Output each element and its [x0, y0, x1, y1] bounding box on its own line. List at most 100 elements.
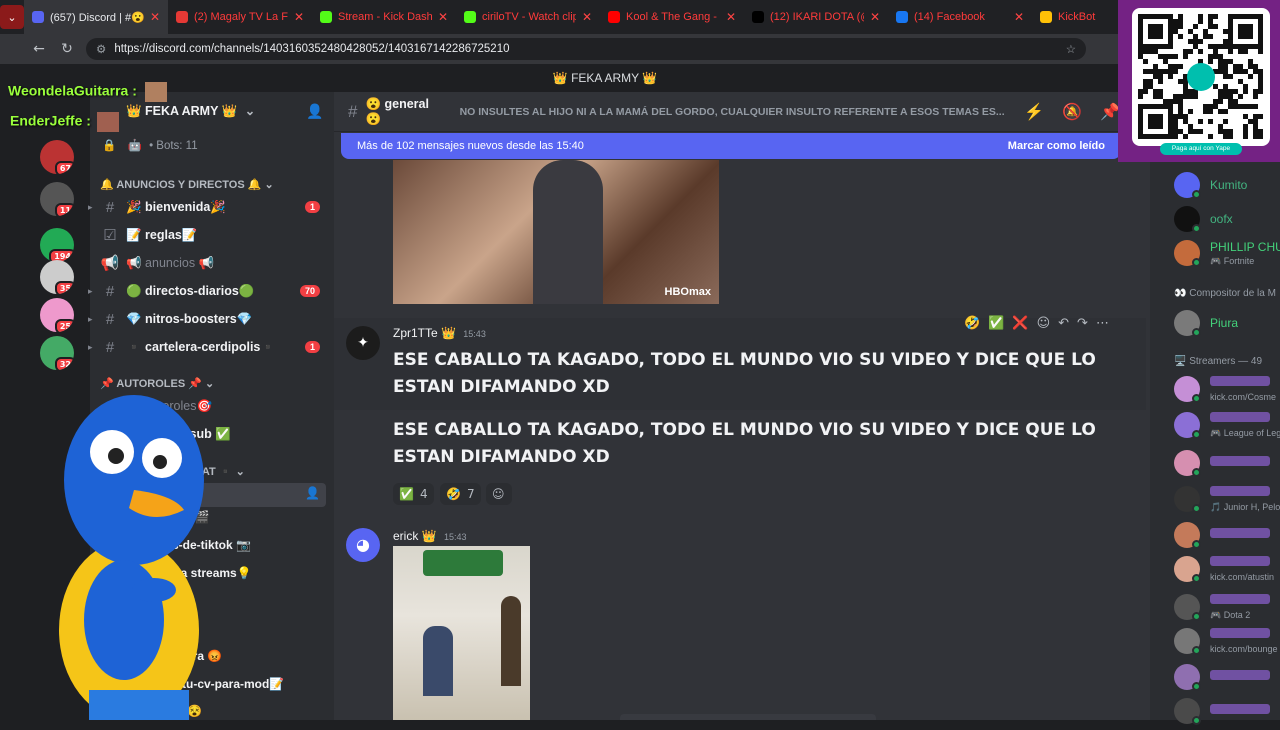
tab-close-icon[interactable]: ✕ — [726, 10, 736, 24]
server-icon[interactable]: 35 — [40, 260, 74, 294]
member-item[interactable]: oofx — [1172, 202, 1280, 238]
tab-close-icon[interactable]: ✕ — [150, 10, 160, 24]
channel-name: 🎉 bienvenida🎉 — [126, 199, 226, 214]
url-field[interactable]: ⚙ https://discord.com/channels/140316035… — [86, 38, 1086, 60]
new-messages-bar[interactable]: Más de 102 mensajes nuevos desde las 15:… — [341, 133, 1121, 159]
qr-module — [1228, 59, 1233, 64]
member-item[interactable]: kick.com/Cosme — [1172, 372, 1280, 408]
member-item[interactable]: kick.com/bounge — [1172, 624, 1280, 660]
qr-module — [1138, 54, 1143, 59]
channel-topic[interactable]: NO INSULTES AL HIJO NI A LA MAMÁ DEL GOR… — [460, 106, 1009, 118]
channel-item[interactable]: 📢 📢 anuncios 📢 — [88, 251, 328, 275]
channel-item[interactable]: ▸ # 🟢 directos-diarios🟢 70 — [88, 279, 328, 303]
forward-icon[interactable]: ↷ — [1077, 316, 1088, 331]
bookmark-star-icon[interactable]: ☆ — [1066, 42, 1076, 56]
browser-tab[interactable]: (14) Facebook ✕ — [888, 0, 1032, 34]
browser-tab[interactable]: Stream - Kick Dashbo ✕ — [312, 0, 456, 34]
server-icon[interactable]: 32 — [40, 336, 74, 370]
mark-as-read-button[interactable]: Marcar como leído — [1008, 140, 1105, 152]
qr-module — [1173, 19, 1178, 24]
server-icon[interactable]: 194 — [40, 228, 74, 262]
member-item[interactable]: 🎮 Dota 2 — [1172, 590, 1280, 626]
avatar[interactable]: ◕ — [346, 528, 380, 562]
back-icon[interactable]: ← — [30, 41, 48, 57]
mute-icon[interactable]: 🔕 — [1062, 102, 1082, 122]
add-member-icon[interactable]: 👤 — [305, 486, 320, 500]
reply-icon[interactable]: ↶ — [1058, 316, 1069, 331]
stream-chat-user-2: EnderJeffe : — [10, 112, 119, 132]
qr-module — [1238, 94, 1243, 99]
bots-row: 🔒 🤖 • Bots: 11 — [102, 138, 198, 152]
browser-tab[interactable]: (12) IKARI DOTA (@IK ✕ — [744, 0, 888, 34]
more-icon[interactable]: ⋯ — [1096, 316, 1109, 331]
reaction-laugh[interactable]: 🤣 7 — [440, 483, 481, 505]
browser-tab[interactable]: (2) Magaly TV La Firme ✕ — [168, 0, 312, 34]
tab-close-icon[interactable]: ✕ — [870, 10, 880, 24]
yape-qr-code — [1132, 8, 1270, 146]
member-item[interactable]: kick.com/atustin — [1172, 552, 1280, 588]
tab-favicon-icon — [176, 11, 188, 23]
qr-module — [1258, 89, 1263, 94]
reaction-count: 7 — [466, 487, 475, 501]
gif-image[interactable]: HBOmax — [393, 160, 719, 304]
online-status-icon — [1192, 646, 1201, 655]
channel-item[interactable]: ▸ # 🎉 bienvenida🎉 1 — [88, 195, 328, 219]
attached-image[interactable] — [393, 546, 530, 720]
browser-tab[interactable]: Kool & The Gang - Ce ✕ — [600, 0, 744, 34]
member-item[interactable] — [1172, 518, 1280, 554]
laugh-reaction-icon[interactable]: 🤣 — [964, 316, 980, 331]
channel-item[interactable]: ▸ # ▪️ cartelera-cerdipolis▪️ 1 — [88, 335, 328, 359]
member-name — [1210, 670, 1270, 680]
member-item[interactable] — [1172, 446, 1280, 482]
member-category-streamers: 🖥️ Streamers — 49 — [1174, 356, 1263, 367]
qr-module — [1183, 134, 1188, 139]
tab-close-icon[interactable]: ✕ — [438, 10, 448, 24]
member-item[interactable]: Kumito — [1172, 168, 1280, 204]
threads-icon[interactable]: ⚡ — [1024, 102, 1044, 122]
message-author[interactable]: Zpr1TTe 👑 15:43 — [393, 326, 486, 340]
tab-search-button[interactable]: ⌄ — [0, 5, 24, 29]
reaction-check[interactable]: ✅ 4 — [393, 483, 434, 505]
tab-close-icon[interactable]: ✕ — [582, 10, 592, 24]
site-info-icon[interactable]: ⚙ — [96, 42, 106, 56]
qr-module — [1173, 119, 1178, 124]
cross-reaction-icon[interactable]: ❌ — [1012, 316, 1028, 331]
member-item[interactable]: Piura — [1172, 306, 1280, 342]
new-messages-text: Más de 102 mensajes nuevos desde las 15:… — [357, 140, 584, 152]
tab-close-icon[interactable]: ✕ — [294, 10, 304, 24]
browser-tab[interactable]: (657) Discord | #😮ge ✕ — [24, 0, 168, 34]
member-category-compositor: 👀 Compositor de la M — [1174, 288, 1276, 299]
online-status-icon — [1192, 682, 1201, 691]
invite-people-icon[interactable]: 👤 — [306, 104, 323, 120]
qr-module — [1253, 129, 1258, 134]
member-item[interactable]: PHILLIP CHU 🎮 Fortnite — [1172, 236, 1280, 272]
server-icon[interactable]: 11 — [40, 182, 74, 216]
member-item[interactable] — [1172, 660, 1280, 696]
server-icon[interactable]: 25 — [40, 298, 74, 332]
server-icon[interactable]: 67 — [40, 140, 74, 174]
check-reaction-icon[interactable]: ✅ — [988, 316, 1004, 331]
channel-item[interactable]: ☑ 📝 reglas📝 — [88, 223, 328, 247]
member-item[interactable]: 🎵 Junior H, Pelo — [1172, 482, 1280, 518]
qr-module — [1198, 119, 1203, 124]
qr-module — [1178, 34, 1183, 39]
chevron-down-icon: ⌄ — [244, 104, 256, 118]
member-item[interactable]: 🎮 League of Leg — [1172, 408, 1280, 444]
category-anuncios[interactable]: 🔔 ANUNCIOS Y DIRECTOS 🔔 ⌄ — [100, 178, 274, 191]
message-author[interactable]: erick 👑 15:43 — [393, 529, 467, 543]
server-mention-badge: 11 — [54, 203, 74, 216]
qr-module — [1193, 34, 1198, 39]
member-item[interactable] — [1172, 694, 1280, 730]
qr-module — [1178, 129, 1183, 134]
tab-close-icon[interactable]: ✕ — [1014, 10, 1024, 24]
qr-module — [1218, 109, 1223, 114]
add-reaction-icon[interactable]: ☺ — [1037, 316, 1051, 331]
server-name-header[interactable]: 👑 FEKA ARMY 👑 ⌄ — [126, 103, 255, 119]
reload-icon[interactable]: ↻ — [58, 41, 76, 57]
add-reaction-button[interactable]: ☺ — [486, 483, 512, 505]
channel-item[interactable]: ▸ # 💎 nitros-boosters💎 — [88, 307, 328, 331]
tab-title: Kool & The Gang - Ce — [626, 11, 720, 23]
browser-tab[interactable]: ciriloTV - Watch clips ✕ — [456, 0, 600, 34]
avatar[interactable]: ✦ — [346, 326, 380, 360]
pin-icon[interactable]: 📌 — [1100, 102, 1120, 122]
